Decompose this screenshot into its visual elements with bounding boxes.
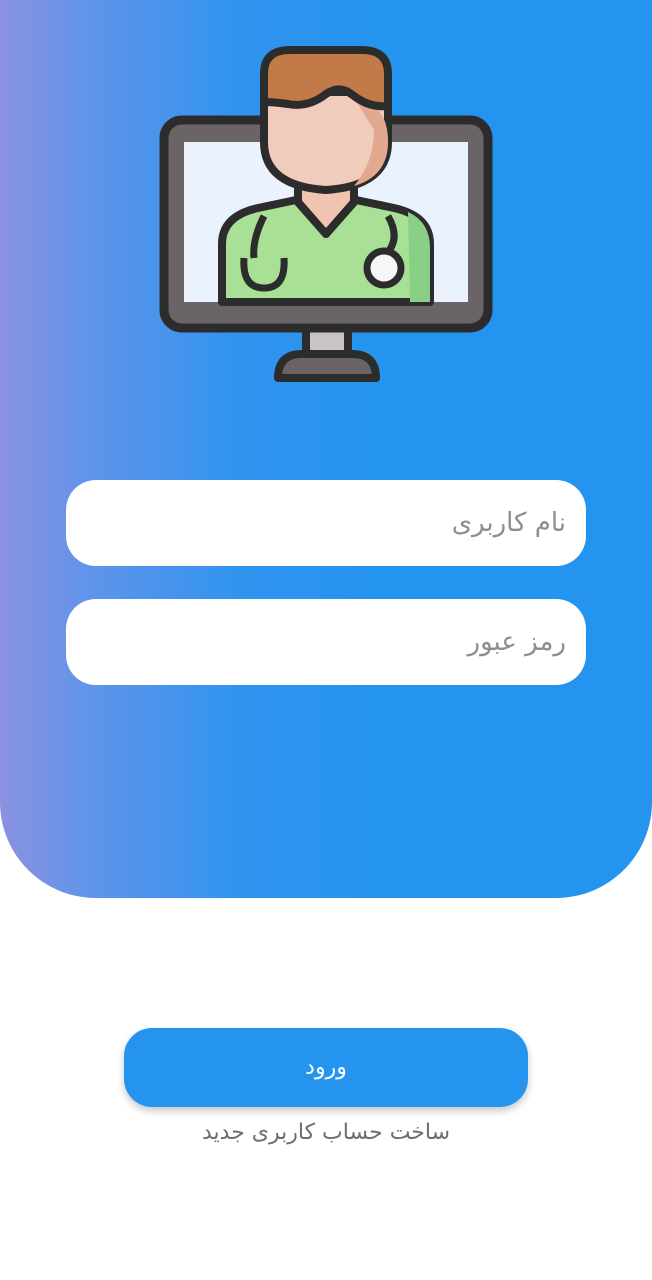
username-field[interactable] bbox=[66, 480, 586, 566]
login-screen: ورود ساخت حساب کاربری جدید bbox=[0, 0, 652, 1280]
create-account-link[interactable]: ساخت حساب کاربری جدید bbox=[0, 1120, 652, 1145]
doctor-monitor-icon bbox=[158, 44, 494, 384]
header-panel bbox=[0, 0, 652, 898]
login-button[interactable]: ورود bbox=[124, 1028, 528, 1107]
username-input[interactable] bbox=[84, 507, 568, 539]
password-field[interactable] bbox=[66, 599, 586, 685]
password-input[interactable] bbox=[84, 626, 568, 658]
